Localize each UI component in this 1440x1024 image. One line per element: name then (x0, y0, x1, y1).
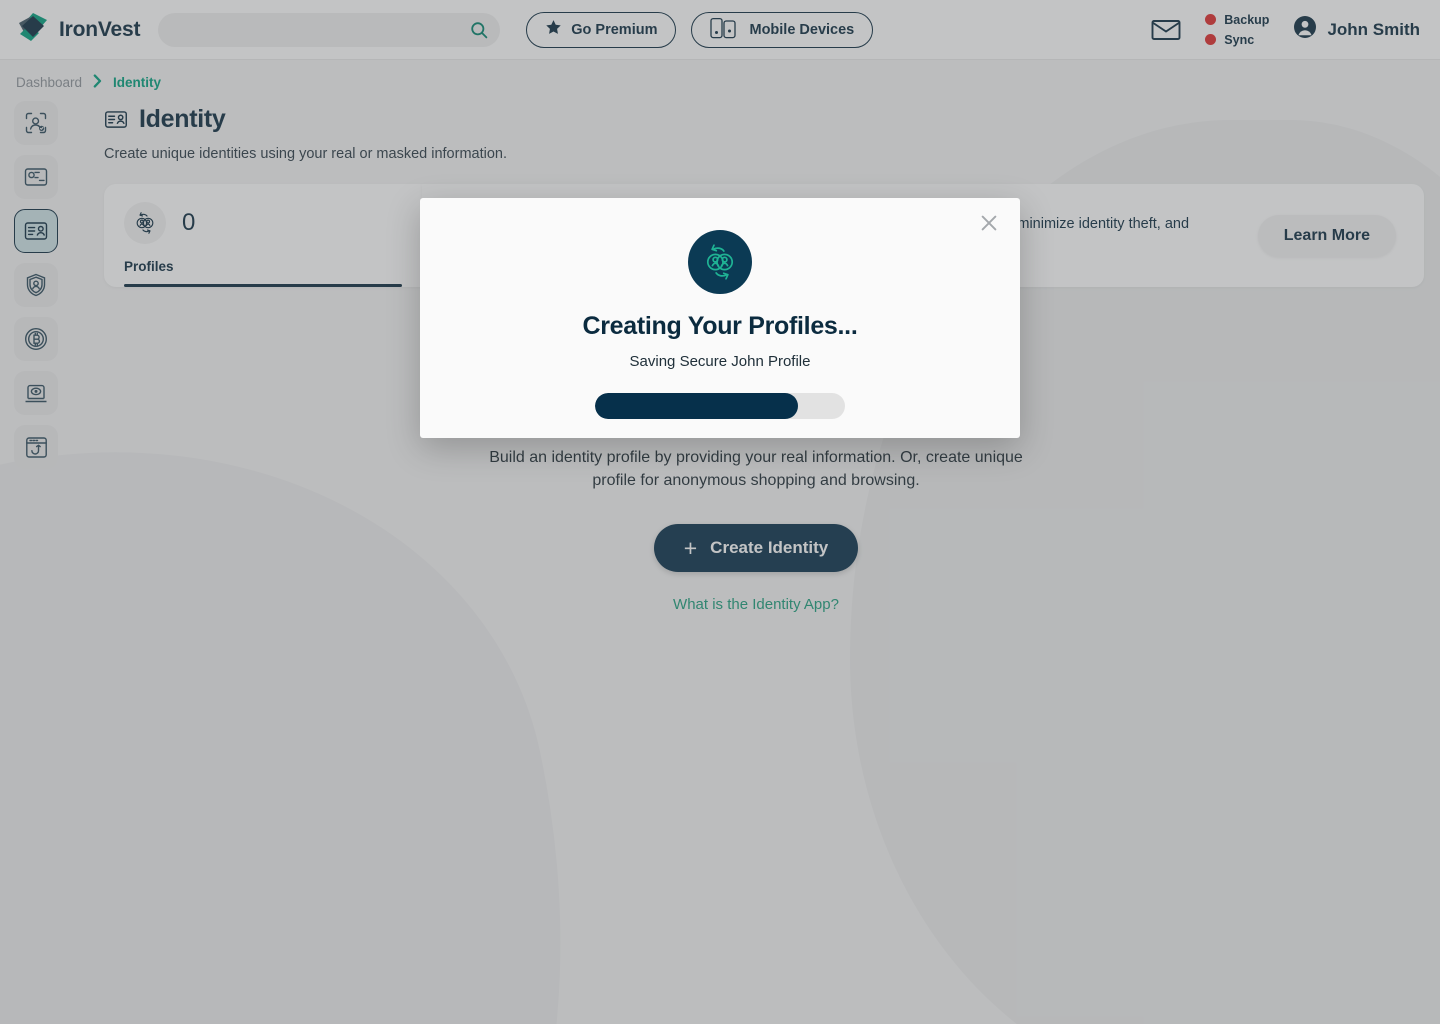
creating-profiles-modal: Creating Your Profiles... Saving Secure … (420, 198, 1020, 438)
modal-scrim[interactable] (0, 0, 1440, 1024)
modal-subtitle: Saving Secure John Profile (629, 353, 811, 370)
profiles-sync-icon (688, 230, 752, 294)
close-icon[interactable] (976, 210, 1002, 236)
modal-title: Creating Your Profiles... (582, 312, 858, 340)
progress-bar-fill (595, 393, 798, 419)
progress-bar (595, 393, 845, 419)
app-root: IronVest Go Premium Mobile Devices Backu… (0, 0, 1440, 1024)
